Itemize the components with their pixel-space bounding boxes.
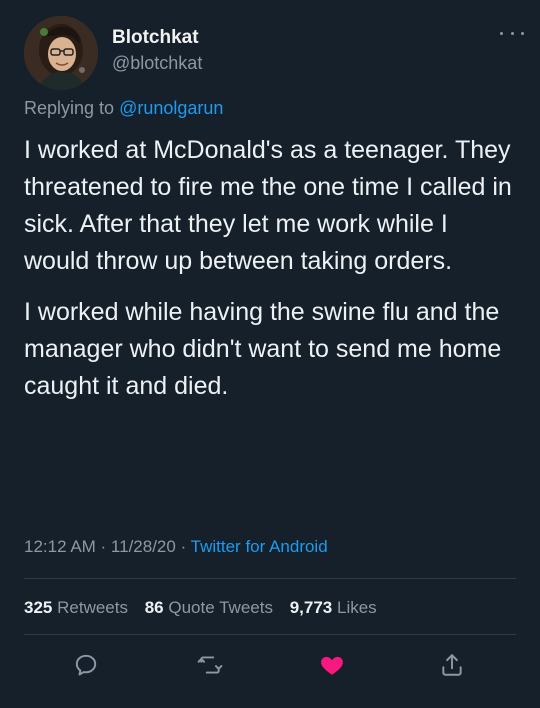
retweets-stat[interactable]: 325 Retweets — [24, 598, 128, 617]
heart-icon — [321, 656, 343, 675]
more-options-icon[interactable] — [500, 28, 524, 38]
reply-mention-link[interactable]: @runolgarun — [119, 98, 223, 118]
tweet-stats: 325 Retweets 86 Quote Tweets 9,773 Likes — [24, 598, 389, 618]
display-name[interactable]: Blotchkat — [112, 26, 202, 50]
share-button[interactable] — [432, 645, 472, 685]
tweet-paragraph: I worked while having the swine flu and … — [24, 298, 502, 400]
tweet-text: I worked at McDonald's as a teenager. Th… — [24, 132, 520, 419]
tweet-meta: 12:12 AM · 11/28/20 · Twitter for Androi… — [24, 537, 328, 557]
avatar-image — [24, 16, 98, 90]
user-names: Blotchkat @blotchkat — [112, 26, 202, 74]
retweet-button[interactable] — [190, 645, 230, 685]
like-button[interactable] — [312, 645, 352, 685]
retweet-icon — [197, 656, 223, 674]
tweet-actions — [0, 645, 540, 685]
user-handle[interactable]: @blotchkat — [112, 52, 202, 74]
divider — [24, 578, 516, 579]
avatar[interactable] — [24, 16, 98, 90]
share-icon — [442, 654, 462, 676]
tweet-card: Blotchkat @blotchkat Replying to @runolg… — [0, 0, 540, 708]
quote-tweets-stat[interactable]: 86 Quote Tweets — [145, 598, 273, 617]
tweet-source-link[interactable]: Twitter for Android — [191, 537, 328, 556]
reply-icon — [75, 654, 97, 676]
tweet-timestamp[interactable]: 12:12 AM · 11/28/20 · — [24, 537, 191, 556]
tweet-header: Blotchkat @blotchkat — [24, 16, 524, 96]
likes-stat[interactable]: 9,773 Likes — [290, 598, 377, 617]
reply-button[interactable] — [66, 645, 106, 685]
tweet-paragraph: I worked at McDonald's as a teenager. Th… — [24, 136, 512, 275]
replying-to-label: Replying to — [24, 98, 120, 118]
divider — [24, 634, 516, 635]
replying-to: Replying to @runolgarun — [24, 98, 223, 119]
